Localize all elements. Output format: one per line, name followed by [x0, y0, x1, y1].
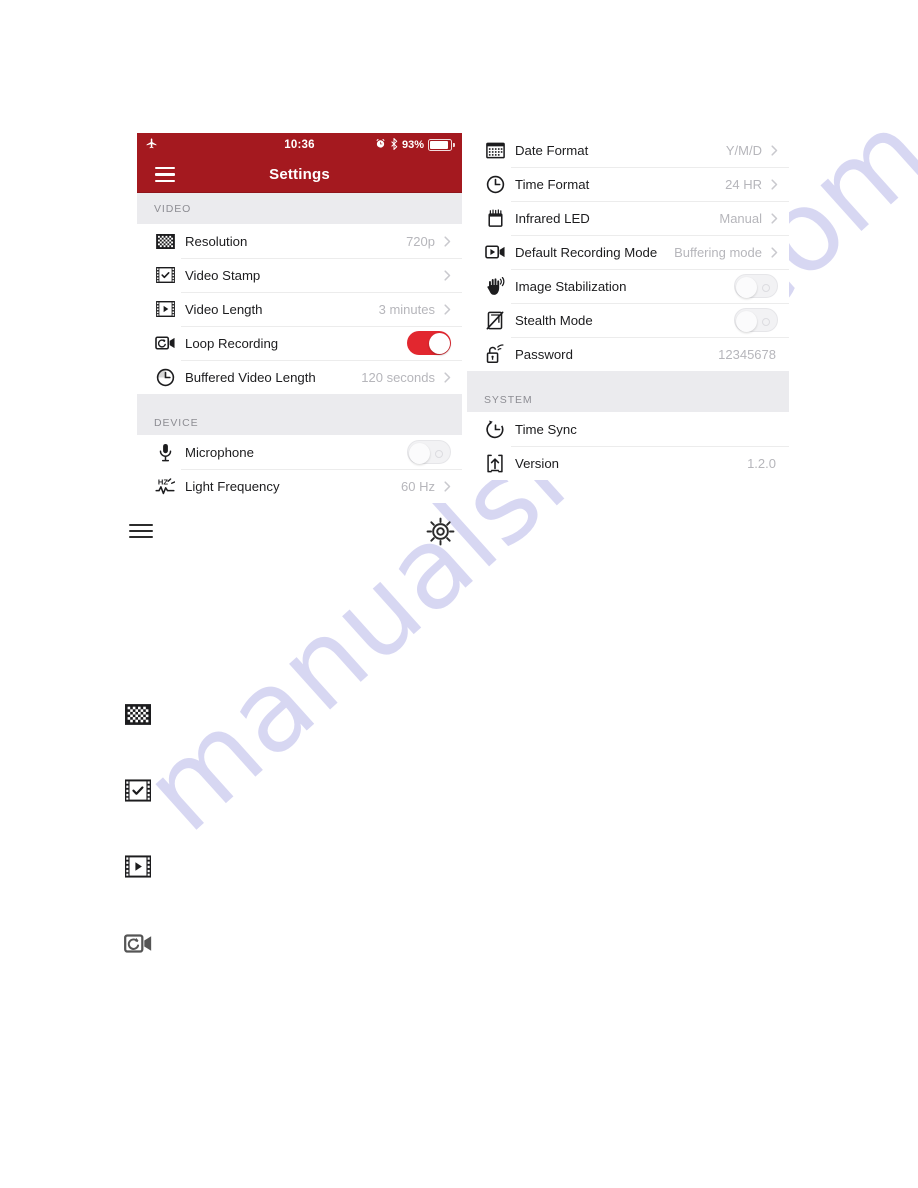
row-value: 120 seconds — [361, 369, 435, 385]
microphone-icon — [154, 441, 176, 463]
row-value: 3 minutes — [378, 301, 435, 317]
row-value: 24 HR — [725, 176, 762, 192]
row-value: 12345678 — [718, 346, 776, 362]
section-header-video: VIDEO — [137, 193, 462, 224]
row-value: 1.2.0 — [747, 455, 776, 471]
image-stabilization-toggle[interactable] — [734, 274, 778, 298]
time-sync-icon — [484, 418, 506, 440]
nav-bar: Settings — [137, 157, 462, 193]
resolution-callout-icon — [125, 704, 151, 725]
row-label: Loop Recording — [185, 335, 279, 351]
row-image-stabilization[interactable]: Image Stabilization — [467, 269, 789, 303]
chevron-right-icon — [444, 480, 451, 492]
chevron-right-icon — [771, 212, 778, 224]
row-video-stamp[interactable]: Video Stamp — [137, 258, 462, 292]
row-label: Stealth Mode — [515, 312, 593, 328]
section-header-device: DEVICE — [137, 394, 462, 435]
battery-icon — [428, 139, 455, 151]
row-time-format[interactable]: Time Format 24 HR — [467, 167, 789, 201]
row-light-frequency[interactable]: HZ Light Frequency 60 Hz — [137, 469, 462, 503]
stealth-mode-toggle[interactable] — [734, 308, 778, 332]
hand-shake-icon — [484, 275, 506, 297]
video-stamp-callout-icon — [125, 779, 151, 802]
clock-buffer-icon — [154, 366, 176, 388]
row-time-sync[interactable]: Time Sync — [467, 412, 789, 446]
row-label: Video Stamp — [185, 267, 261, 283]
settings-panel-right: Date Format Y/M/D Time Format 24 HR Infr… — [467, 133, 789, 480]
row-stealth-mode[interactable]: Stealth Mode — [467, 303, 789, 337]
microphone-toggle[interactable] — [407, 440, 451, 464]
checkerboard-icon — [154, 230, 176, 252]
camera-loop-icon — [154, 332, 176, 354]
loop-recording-callout-icon — [124, 932, 153, 955]
row-resolution[interactable]: Resolution 720p — [137, 224, 462, 258]
chevron-right-icon — [771, 144, 778, 156]
status-bar-right: 93% — [375, 136, 455, 153]
chevron-right-icon — [444, 235, 451, 247]
row-label: Resolution — [185, 233, 248, 249]
calendar-icon — [484, 139, 506, 161]
row-label: Image Stabilization — [515, 278, 627, 294]
row-label: Time Format — [515, 176, 590, 192]
film-check-icon — [154, 264, 176, 286]
svg-text:HZ: HZ — [158, 478, 168, 487]
row-buffered-video-length[interactable]: Buffered Video Length 120 seconds — [137, 360, 462, 394]
infrared-led-icon — [484, 207, 506, 229]
chevron-right-icon — [771, 178, 778, 190]
settings-gear-callout-icon — [426, 517, 455, 546]
bluetooth-icon — [390, 136, 398, 153]
row-value: 60 Hz — [401, 478, 435, 494]
phone-screenshot: 10:36 93% Settings VIDEO Resolution 720p… — [137, 133, 789, 505]
chevron-right-icon — [771, 246, 778, 258]
row-value: Manual — [719, 210, 762, 226]
row-video-length[interactable]: Video Length 3 minutes — [137, 292, 462, 326]
status-bar: 10:36 93% — [137, 133, 462, 157]
row-loop-recording[interactable]: Loop Recording — [137, 326, 462, 360]
hamburger-menu-icon[interactable] — [155, 167, 175, 182]
loop-recording-toggle[interactable] — [407, 331, 451, 355]
film-play-icon — [154, 298, 176, 320]
row-value: Buffering mode — [674, 244, 762, 260]
row-label: Video Length — [185, 301, 263, 317]
row-microphone[interactable]: Microphone — [137, 435, 462, 469]
page-title: Settings — [269, 166, 330, 183]
row-version: Version 1.2.0 — [467, 446, 789, 480]
row-infrared-led[interactable]: Infrared LED Manual — [467, 201, 789, 235]
settings-panel-left: 10:36 93% Settings VIDEO Resolution 720p… — [137, 133, 462, 503]
row-label: Light Frequency — [185, 478, 280, 494]
row-label: Microphone — [185, 444, 254, 460]
section-header-system: SYSTEM — [467, 371, 789, 412]
video-mode-icon — [484, 241, 506, 263]
version-icon — [484, 452, 506, 474]
row-label: Time Sync — [515, 421, 577, 437]
battery-percent-label: 93% — [401, 139, 424, 151]
clock-icon — [484, 173, 506, 195]
row-label: Version — [515, 455, 559, 471]
row-date-format[interactable]: Date Format Y/M/D — [467, 133, 789, 167]
row-label: Password — [515, 346, 573, 362]
stealth-icon — [484, 309, 506, 331]
wifi-lock-icon — [484, 343, 506, 365]
chevron-right-icon — [444, 303, 451, 315]
chevron-right-icon — [444, 371, 451, 383]
row-label: Infrared LED — [515, 210, 590, 226]
alarm-icon — [375, 138, 386, 152]
row-value: 720p — [406, 233, 435, 249]
menu-callout-icon — [128, 521, 154, 541]
video-length-callout-icon — [125, 855, 151, 878]
row-value: Y/M/D — [725, 142, 762, 158]
row-label: Buffered Video Length — [185, 369, 316, 385]
chevron-right-icon — [444, 269, 451, 281]
row-password[interactable]: Password 12345678 — [467, 337, 789, 371]
row-label: Default Recording Mode — [515, 244, 658, 260]
row-default-recording-mode[interactable]: Default Recording Mode Buffering mode — [467, 235, 789, 269]
row-label: Date Format — [515, 142, 589, 158]
light-frequency-icon: HZ — [154, 475, 176, 497]
